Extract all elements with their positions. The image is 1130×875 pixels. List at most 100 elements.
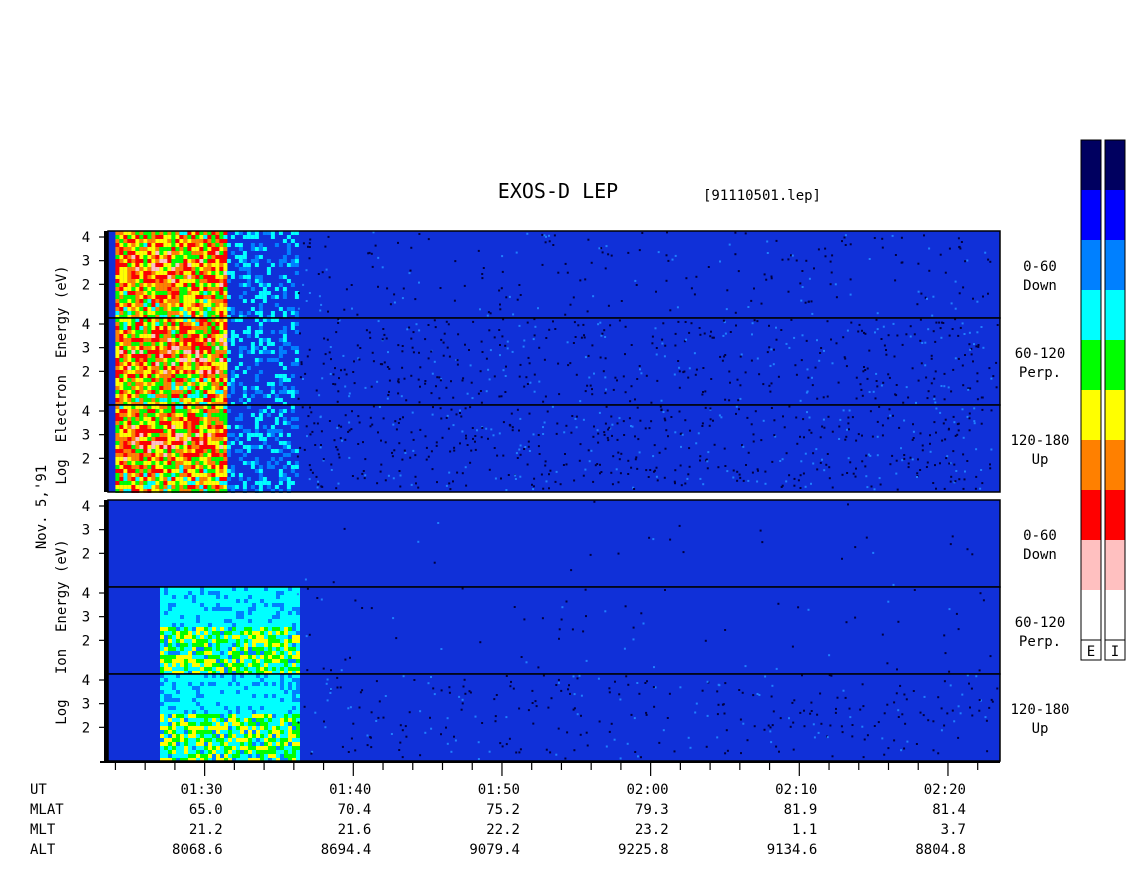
spectrogram-cell xyxy=(160,698,164,702)
spectrogram-cell xyxy=(224,698,228,702)
spectrogram-cell xyxy=(951,328,954,330)
spectrogram-cell xyxy=(207,485,212,489)
spectrogram-cell xyxy=(742,445,745,448)
spectrogram-cell xyxy=(948,334,951,337)
spectrogram-cell xyxy=(292,627,296,631)
spectrogram-cell xyxy=(280,659,284,663)
spectrogram-cell xyxy=(195,425,200,429)
spectrogram-cell xyxy=(246,433,251,437)
spectrogram-cell xyxy=(135,358,140,362)
spectrogram-cell xyxy=(276,615,280,619)
spectrogram-cell xyxy=(215,307,220,311)
spectrogram-cell xyxy=(163,453,168,457)
spectrogram-cell xyxy=(159,374,164,378)
spectrogram-cell xyxy=(223,358,228,362)
spectrogram-cell xyxy=(232,667,236,671)
spectrogram-cell xyxy=(264,667,268,671)
spectrogram-cell xyxy=(226,453,231,457)
spectrogram-cell xyxy=(115,267,120,271)
spectrogram-cell xyxy=(164,599,168,603)
spectrogram-cell xyxy=(756,320,759,323)
spectrogram-cell xyxy=(215,334,220,338)
spectrogram-cell xyxy=(212,623,216,627)
spectrogram-cell xyxy=(155,382,160,386)
spectrogram-cell xyxy=(203,429,208,433)
spectrogram-cell xyxy=(216,750,220,754)
spectrogram-cell xyxy=(860,388,863,391)
spectrogram-cell xyxy=(123,346,128,350)
spectrogram-cell xyxy=(228,706,232,710)
spectrogram-cell xyxy=(487,437,489,440)
spectrogram-cell xyxy=(163,342,168,346)
spectrogram-cell xyxy=(280,607,284,611)
spectrogram-cell xyxy=(270,350,275,354)
spectrogram-cell xyxy=(230,473,235,477)
spectrogram-cell xyxy=(219,247,224,251)
spectrogram-cell xyxy=(600,334,603,337)
spectrogram-cell xyxy=(223,469,228,473)
spectrogram-cell xyxy=(176,750,180,754)
spectrogram-cell xyxy=(622,375,625,378)
spectrogram-cell xyxy=(207,394,212,398)
spectrogram-cell xyxy=(192,694,196,698)
spectrogram-cell xyxy=(119,481,124,485)
spectrogram-cell xyxy=(242,235,247,239)
spectrogram-cell xyxy=(219,326,224,330)
spectrogram-cell xyxy=(552,320,554,323)
spectrogram-cell xyxy=(262,477,267,481)
spectrogram-cell xyxy=(504,375,507,377)
spectrogram-cell xyxy=(240,690,244,694)
spectrogram-cell xyxy=(394,420,397,423)
spectrogram-cell xyxy=(212,607,216,611)
spectrogram-cell xyxy=(163,441,168,445)
spectrogram-cell xyxy=(179,307,184,311)
spectrogram-cell xyxy=(246,263,251,267)
spectrogram-cell xyxy=(191,413,196,417)
spectrogram-cell xyxy=(219,271,224,275)
spectrogram-cell xyxy=(115,326,120,330)
spectrogram-cell xyxy=(172,734,176,738)
spectrogram-cell xyxy=(191,429,196,433)
spectrogram-cell xyxy=(228,682,232,686)
spectrogram-cell xyxy=(620,300,623,302)
spectrogram-cell xyxy=(242,386,247,390)
spectrogram-cell xyxy=(175,243,180,247)
spectrogram-cell xyxy=(246,326,251,330)
spectrogram-cell xyxy=(151,247,156,251)
spectrogram-cell xyxy=(176,738,180,742)
spectrogram-cell xyxy=(168,706,172,710)
spectrogram-cell xyxy=(168,690,172,694)
spectrogram-cell xyxy=(224,682,228,686)
spectrogram-cell xyxy=(203,326,208,330)
spectrogram-cell xyxy=(215,481,220,485)
spectrogram-cell xyxy=(311,471,314,474)
spectrogram-cell xyxy=(184,659,188,663)
ion-y-axis-label: Log Ion Energy (eV) xyxy=(54,539,70,724)
spectrogram-cell xyxy=(131,358,136,362)
spectrogram-cell xyxy=(192,639,196,643)
spectrogram-cell xyxy=(196,639,200,643)
spectrogram-cell xyxy=(200,631,204,635)
spectrogram-cell xyxy=(584,468,587,471)
spectrogram-cell xyxy=(258,485,263,489)
spectrogram-cell xyxy=(256,607,260,611)
spectrogram-cell xyxy=(905,386,908,389)
spectrogram-cell xyxy=(212,686,216,690)
spectrogram-cell xyxy=(321,271,324,274)
spectrogram-cell xyxy=(252,595,256,599)
spectrogram-cell xyxy=(402,287,405,290)
spectrogram-cell xyxy=(143,279,148,283)
spectrogram-cell xyxy=(220,702,224,706)
spectrogram-cell xyxy=(191,469,196,473)
spectrogram-cell xyxy=(806,368,809,371)
spectrogram-cell xyxy=(159,267,164,271)
spectrogram-cell xyxy=(294,311,299,315)
spectrogram-cell xyxy=(223,346,228,350)
spectrogram-cell xyxy=(212,595,216,599)
spectrogram-cell xyxy=(290,307,295,311)
spectrogram-cell xyxy=(524,446,527,448)
spectrogram-cell xyxy=(900,236,903,239)
spectrogram-cell xyxy=(195,251,200,255)
spectrogram-cell xyxy=(242,291,247,295)
spectrogram-cell xyxy=(941,321,943,324)
